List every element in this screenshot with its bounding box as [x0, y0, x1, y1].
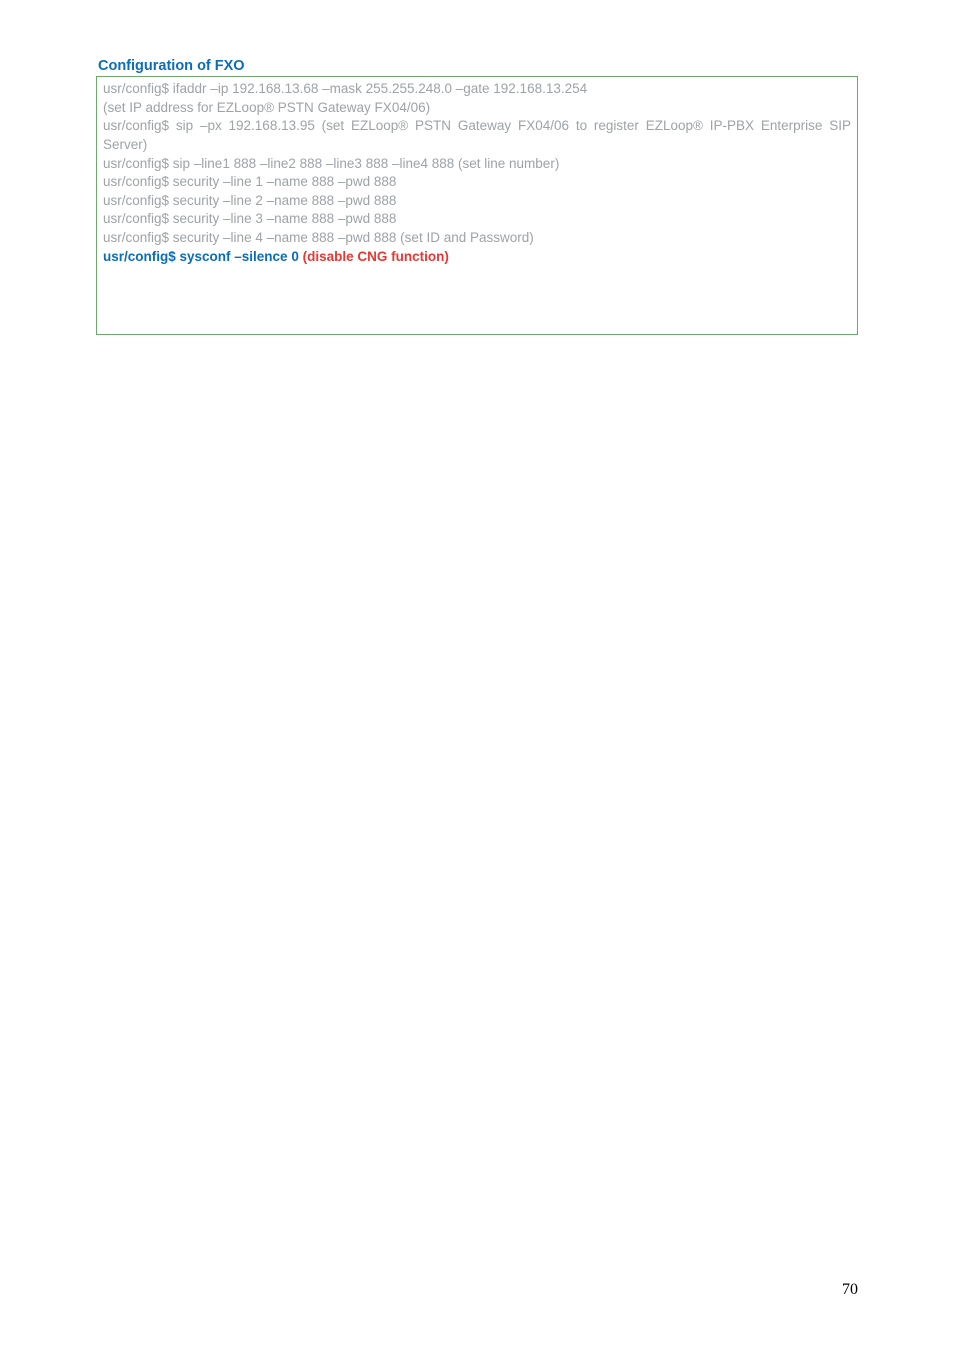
config-line: usr/config$ security –line 1 –name 888 –… — [103, 173, 851, 192]
section-heading: Configuration of FXO — [98, 58, 858, 74]
warning-text: (disable CNG function) — [303, 249, 449, 264]
config-line: usr/config$ ifaddr –ip 192.168.13.68 –ma… — [103, 80, 851, 99]
config-line-emphasis: usr/config$ sysconf –silence 0 (disable … — [103, 248, 851, 267]
emphasis-text: usr/config$ sysconf –silence 0 — [103, 249, 303, 264]
config-line: usr/config$ security –line 4 –name 888 –… — [103, 229, 851, 248]
config-box: usr/config$ ifaddr –ip 192.168.13.68 –ma… — [96, 76, 858, 335]
config-line: usr/config$ sip –px 192.168.13.95 (set E… — [103, 117, 851, 154]
config-line: usr/config$ sip –line1 888 –line2 888 –l… — [103, 155, 851, 174]
config-line: (set IP address for EZLoop® PSTN Gateway… — [103, 99, 851, 118]
config-line: usr/config$ security –line 3 –name 888 –… — [103, 210, 851, 229]
config-line: usr/config$ security –line 2 –name 888 –… — [103, 192, 851, 211]
page-number: 70 — [842, 1281, 858, 1299]
